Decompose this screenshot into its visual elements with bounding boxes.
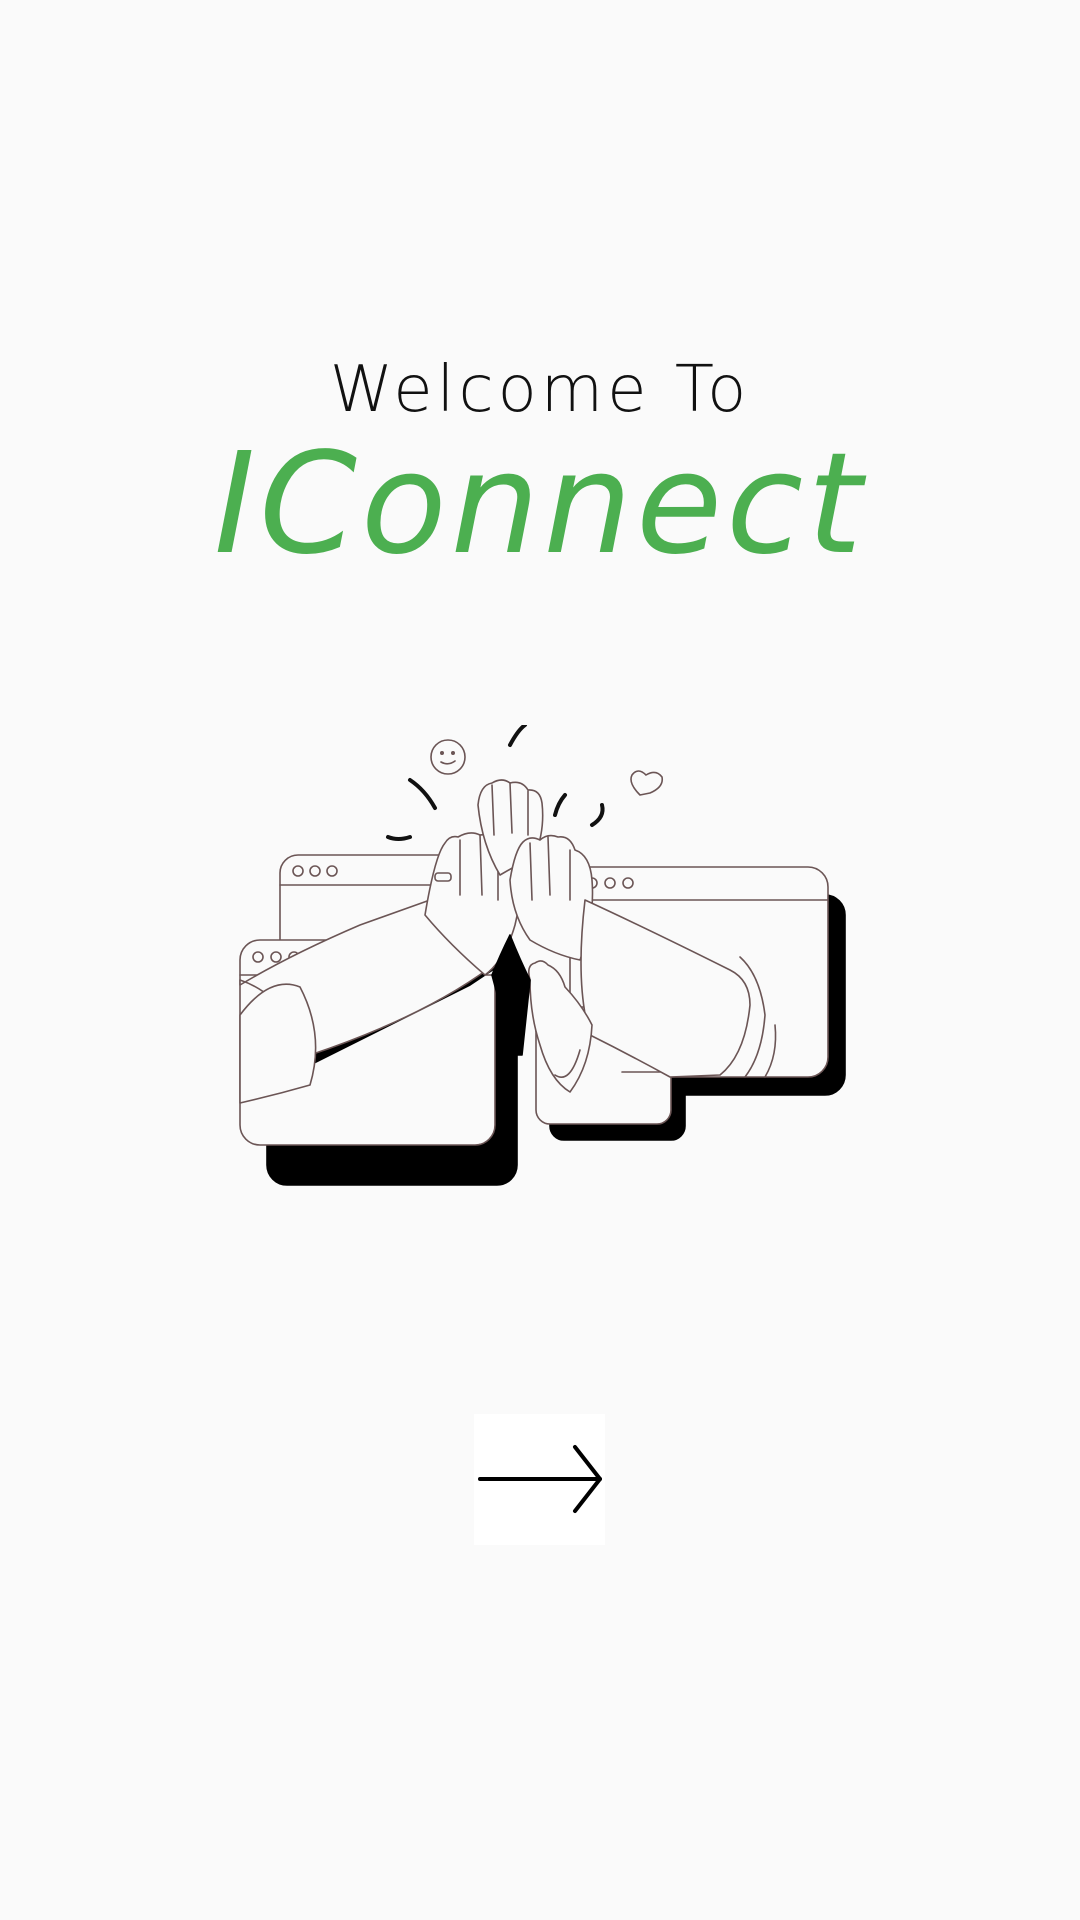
next-button[interactable] bbox=[474, 1414, 605, 1545]
app-name-title: IConnect bbox=[213, 423, 867, 586]
high-five-illustration bbox=[239, 725, 846, 1186]
arrow-right-icon bbox=[478, 1445, 602, 1513]
